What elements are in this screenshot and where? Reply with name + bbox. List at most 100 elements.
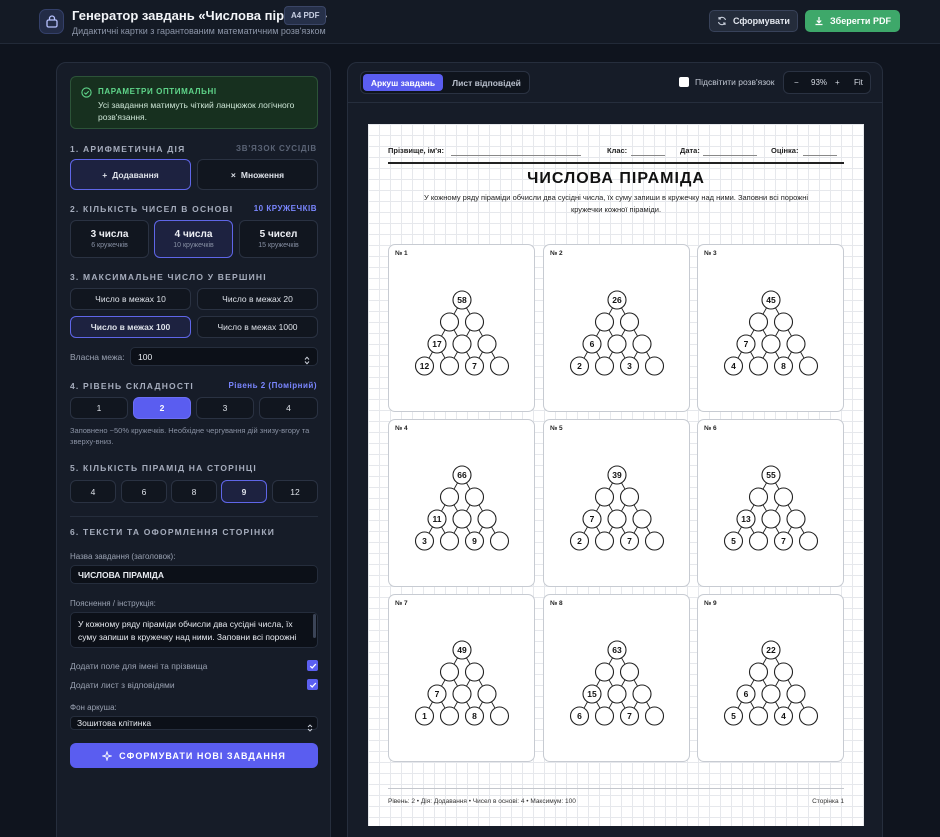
zoom-fit-button[interactable]: Fit — [854, 78, 863, 87]
instruction-textarea[interactable]: У кожному ряду піраміди обчисли два сусі… — [70, 612, 318, 648]
pyramid-cell-empty — [798, 706, 819, 726]
zoom-out-button[interactable]: − — [794, 78, 799, 87]
base-count-4-button[interactable]: 4 числа 10 кружечків — [154, 220, 233, 258]
base-count-title: 5 чисел — [259, 229, 298, 240]
pyramid-cell-value: 3 — [627, 361, 632, 371]
check-circle-icon — [81, 87, 92, 98]
max-100-button[interactable]: Число в межах 100 — [70, 316, 191, 338]
save-pdf-button[interactable]: Зберегти PDF — [805, 10, 900, 32]
pyramid-cell-empty — [439, 531, 460, 551]
pyramid-cell-value: 7 — [627, 536, 632, 546]
status-box: ПАРАМЕТРИ ОПТИМАЛЬНІ Усі завдання матиму… — [70, 76, 318, 129]
difficulty-hint: Заповнено ~50% кружечків. Необхідне черг… — [70, 426, 310, 446]
pyramid-card: № 6 55 13 5 7 — [697, 419, 844, 587]
pyramid-diagram: 22 6 5 4 — [723, 640, 819, 726]
pyramid-cell-empty — [786, 334, 806, 354]
operation-addition-button[interactable]: + Додавання — [70, 159, 191, 190]
base-count-side-label: 10 КРУЖЕЧКІВ — [253, 204, 317, 213]
check-icon — [309, 682, 316, 688]
per-page-4-button[interactable]: 4 — [70, 480, 116, 503]
pyramid-cell-value: 6 — [577, 711, 582, 721]
footer-rule — [388, 788, 844, 789]
pyramid-cell-empty — [477, 684, 497, 704]
operation-multiplication-button[interactable]: × Множення — [197, 159, 318, 190]
max-20-button[interactable]: Число в межах 20 — [197, 288, 318, 310]
pyramid-diagram: 55 13 5 7 — [723, 465, 819, 551]
base-count-sub: 6 кружечків — [91, 242, 128, 249]
max-top-heading: 3. МАКСИМАЛЬНЕ ЧИСЛО У ВЕРШИНІ — [70, 272, 267, 282]
per-page-8-button[interactable]: 8 — [171, 480, 217, 503]
pyramid-cell-value: 49 — [457, 645, 467, 655]
pyramid-cell-empty — [632, 334, 652, 354]
operation-multiplication-label: Множення — [240, 169, 285, 180]
name-underline — [451, 155, 581, 156]
pyramid-cell-empty — [619, 312, 640, 332]
generate-button[interactable]: Сформувати — [709, 10, 798, 32]
max-10-button[interactable]: Число в межах 10 — [70, 288, 191, 310]
pyramid-cell-empty — [748, 662, 769, 682]
generate-new-tasks-label: СФОРМУВАТИ НОВІ ЗАВДАННЯ — [119, 750, 286, 761]
pyramid-cell-value: 2 — [577, 361, 582, 371]
custom-limit-input[interactable]: 100 — [130, 347, 318, 366]
pyramid-cell-value: 7 — [590, 514, 595, 524]
pyramid-cell-value: 11 — [433, 514, 442, 524]
pyramid-cell-empty — [632, 509, 652, 529]
base-count-title: 3 числа — [90, 229, 129, 240]
pyramid-cell-empty — [594, 706, 615, 726]
pyramid-cell-value: 5 — [731, 536, 736, 546]
custom-limit-value: 100 — [138, 351, 153, 362]
zoom-level: 93% — [811, 78, 828, 87]
tab-answer-sheet[interactable]: Лист відповідей — [445, 74, 528, 91]
pyramid-cell-empty — [607, 684, 627, 704]
difficulty-2-button[interactable]: 2 — [133, 397, 191, 419]
pyramid-card: № 5 39 7 2 7 — [543, 419, 690, 587]
per-page-heading: 5. КІЛЬКІСТЬ ПІРАМІД НА СТОРІНЦІ — [70, 463, 257, 473]
difficulty-1-button[interactable]: 1 — [70, 397, 128, 419]
background-select[interactable]: Зошитова клітинка — [70, 716, 318, 730]
title-field-label: Назва завдання (заголовок): — [70, 552, 176, 561]
operation-side-label: ЗВ'ЯЗОК СУСІДІВ — [235, 144, 317, 153]
pyramid-cell-value: 22 — [766, 645, 776, 655]
name-field-checkbox[interactable] — [307, 660, 318, 671]
tab-task-sheet[interactable]: Аркуш завдань — [363, 74, 443, 91]
name-field-label: Прізвище, ім'я: — [388, 146, 444, 155]
difficulty-4-button[interactable]: 4 — [259, 397, 318, 419]
per-page-6-button[interactable]: 6 — [121, 480, 167, 503]
base-count-5-button[interactable]: 5 чисел 15 кружечків — [239, 220, 318, 258]
sheet-page-number: Сторінка 1 — [812, 798, 844, 805]
pyramid-cell-empty — [761, 334, 781, 354]
pyramid-cell-empty — [644, 356, 665, 376]
zoom-in-button[interactable]: + — [835, 78, 840, 87]
title-input[interactable]: ЧИСЛОВА ПІРАМІДА — [70, 565, 318, 584]
per-page-9-button[interactable]: 9 — [221, 480, 267, 503]
pyramid-cell-value: 15 — [587, 689, 597, 699]
highlight-checkbox[interactable] — [679, 77, 689, 87]
pyramid-cell-value: 9 — [472, 536, 477, 546]
answers-checkbox[interactable] — [307, 679, 318, 690]
pyramid-cell-empty — [773, 312, 794, 332]
pyramid-cell-empty — [594, 662, 615, 682]
stepper-icon[interactable] — [304, 352, 310, 370]
per-page-12-button[interactable]: 12 — [272, 480, 318, 503]
base-count-3-button[interactable]: 3 числа 6 кружечків — [70, 220, 149, 258]
pyramid-cell-empty — [644, 706, 665, 726]
generate-button-label: Сформувати — [733, 16, 790, 26]
pyramid-cell-value: 13 — [741, 514, 751, 524]
pyramid-cell-value: 4 — [731, 361, 736, 371]
custom-limit-label: Власна межа: — [70, 352, 125, 362]
base-count-sub: 10 кружечків — [173, 242, 214, 249]
max-1000-button[interactable]: Число в межах 1000 — [197, 316, 318, 338]
generate-new-tasks-button[interactable]: СФОРМУВАТИ НОВІ ЗАВДАННЯ — [70, 743, 318, 768]
texts-heading: 6. ТЕКСТИ ТА ОФОРМЛЕННЯ СТОРІНКИ — [70, 527, 276, 537]
highlight-solution-toggle[interactable]: Підсвітити розв'язок — [679, 77, 775, 87]
pyramid-card: № 7 49 7 1 8 — [388, 594, 535, 762]
textarea-scrollbar[interactable] — [313, 614, 316, 638]
header-rule — [388, 162, 844, 164]
pyramid-card: № 1 58 17 12 7 — [388, 244, 535, 412]
pyramid-cell-empty — [464, 662, 485, 682]
pyramid-card: № 2 26 6 2 3 — [543, 244, 690, 412]
pyramid-cell-value: 8 — [781, 361, 786, 371]
pyramid-cell-empty — [798, 356, 819, 376]
difficulty-3-button[interactable]: 3 — [196, 397, 254, 419]
pyramid-cell-empty — [632, 684, 652, 704]
